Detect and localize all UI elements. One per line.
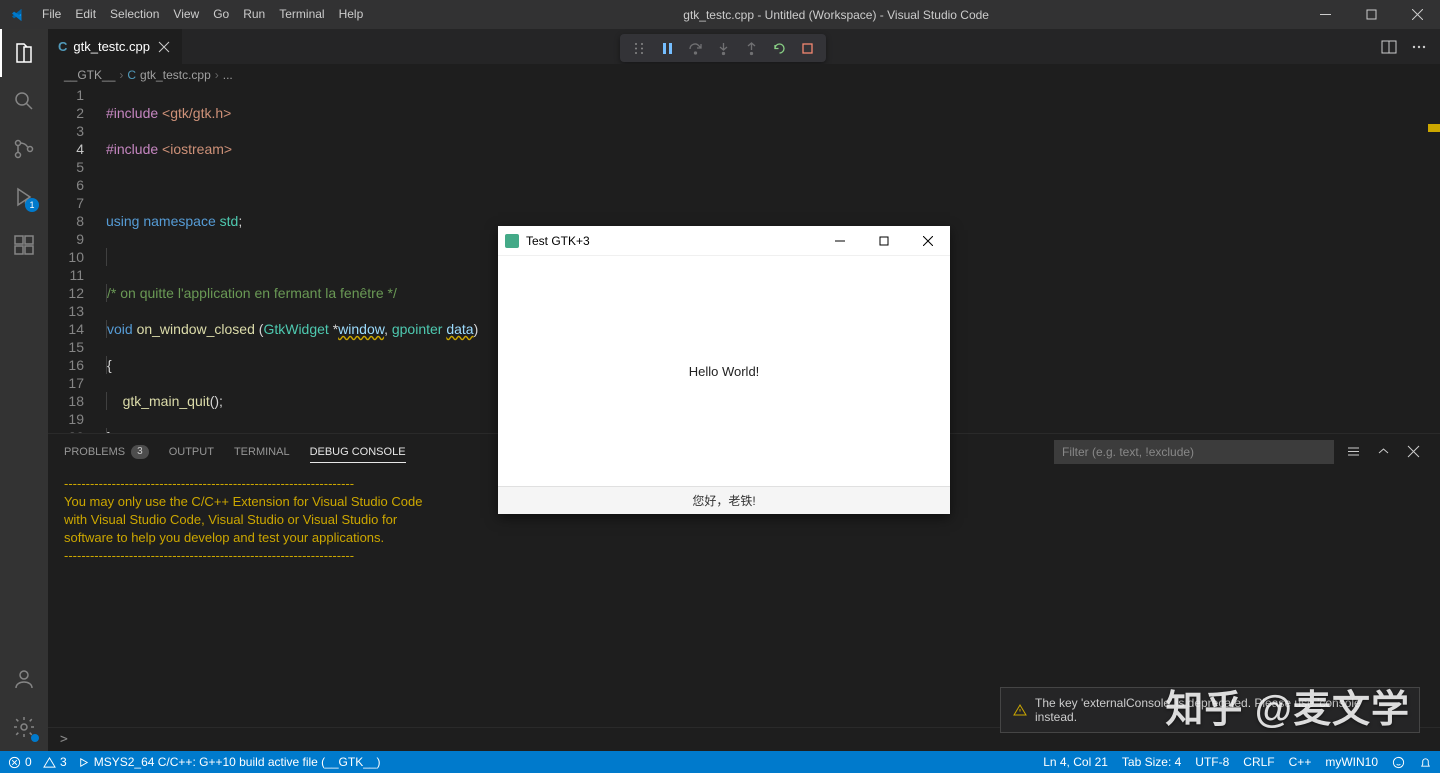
split-editor-icon[interactable] [1378,36,1400,58]
activity-run-debug[interactable]: 1 [0,173,48,221]
tab-output[interactable]: OUTPUT [169,442,214,462]
crumb-folder[interactable]: __GTK__ [64,68,115,82]
menu-file[interactable]: File [35,0,68,29]
crumb-file[interactable]: C gtk_testc.cpp [127,68,210,82]
chevron-right-icon: › [119,68,123,82]
debug-step-over-button[interactable] [682,36,708,60]
status-language[interactable]: C++ [1289,755,1312,769]
menu-edit[interactable]: Edit [68,0,103,29]
debug-step-out-button[interactable] [738,36,764,60]
notification-toast[interactable]: The key 'externalConsole' is deprecated.… [1000,687,1420,733]
debug-pause-button[interactable] [654,36,680,60]
close-button[interactable] [1394,0,1440,29]
debug-stop-button[interactable] [794,36,820,60]
breadcrumb-bar: __GTK__ › C gtk_testc.cpp › ... [48,64,1440,86]
debug-badge: 1 [25,198,39,212]
chevron-right-icon: › [215,68,219,82]
menu-selection[interactable]: Selection [103,0,166,29]
gtk-maximize-button[interactable] [862,226,906,256]
status-encoding[interactable]: UTF-8 [1195,755,1229,769]
cpp-file-icon: C [127,68,136,82]
status-config[interactable]: myWIN10 [1325,755,1378,769]
status-build-task[interactable]: MSYS2_64 C/C++: G++10 build active file … [77,755,381,769]
tab-debug-console[interactable]: DEBUG CONSOLE [310,442,406,462]
menu-go[interactable]: Go [206,0,236,29]
title-bar: File Edit Selection View Go Run Terminal… [0,0,1440,29]
problems-badge: 3 [131,445,149,459]
clear-console-icon[interactable] [1342,441,1364,463]
debug-grip-icon[interactable] [626,36,652,60]
menu-view[interactable]: View [166,0,206,29]
status-lncol[interactable]: Ln 4, Col 21 [1043,755,1108,769]
notification-text: The key 'externalConsole' is deprecated.… [1035,696,1407,724]
debug-restart-button[interactable] [766,36,792,60]
more-actions-icon[interactable] [1408,36,1430,58]
gtk-minimize-button[interactable] [818,226,862,256]
debug-toolbar[interactable] [620,34,826,62]
menu-run[interactable]: Run [236,0,272,29]
status-tabsize[interactable]: Tab Size: 4 [1122,755,1181,769]
activity-source-control[interactable] [0,125,48,173]
gtk-app-icon [498,234,526,248]
tab-close-icon[interactable] [156,39,172,55]
activity-explorer[interactable] [0,29,48,77]
status-feedback-icon[interactable] [1392,756,1405,769]
activity-settings[interactable] [0,703,48,751]
crumb-symbol[interactable]: ... [223,68,233,82]
close-panel-icon[interactable] [1402,441,1424,463]
activity-extensions[interactable] [0,221,48,269]
menu-help[interactable]: Help [332,0,371,29]
menu-terminal[interactable]: Terminal [272,0,331,29]
debug-step-into-button[interactable] [710,36,736,60]
gtk-titlebar[interactable]: Test GTK+3 [498,226,950,256]
tab-label: gtk_testc.cpp [73,39,150,54]
gtk-title: Test GTK+3 [526,234,590,248]
status-eol[interactable]: CRLF [1243,755,1274,769]
activity-accounts[interactable] [0,655,48,703]
panel-filter-input[interactable] [1054,440,1334,464]
window-controls [1302,0,1440,29]
gtk-app-window[interactable]: Test GTK+3 Hello World! 您好，老铁! [498,226,950,514]
minimize-button[interactable] [1302,0,1348,29]
gtk-button[interactable]: 您好，老铁! [498,486,950,514]
gtk-label: Hello World! [498,256,950,486]
settings-update-dot [31,734,39,742]
main-menu: File Edit Selection View Go Run Terminal… [35,0,370,29]
maximize-button[interactable] [1348,0,1394,29]
activity-bar: 1 [0,29,48,751]
status-bar: 0 3 MSYS2_64 C/C++: G++10 build active f… [0,751,1440,773]
vscode-icon [0,7,35,23]
activity-search[interactable] [0,77,48,125]
tab-problems[interactable]: PROBLEMS3 [64,441,149,463]
status-errors[interactable]: 0 3 [8,755,67,769]
tab-gtk-testc[interactable]: C gtk_testc.cpp [48,29,183,64]
editor-actions [1378,29,1440,64]
tab-terminal[interactable]: TERMINAL [234,442,290,462]
line-gutter: 1234567891011121314151617181920 [48,86,100,433]
status-bell-icon[interactable] [1419,756,1432,769]
gtk-close-button[interactable] [906,226,950,256]
collapse-panel-icon[interactable] [1372,441,1394,463]
overview-ruler-warning [1428,124,1440,132]
cpp-file-icon: C [58,39,67,54]
window-title: gtk_testc.cpp - Untitled (Workspace) - V… [370,8,1302,22]
